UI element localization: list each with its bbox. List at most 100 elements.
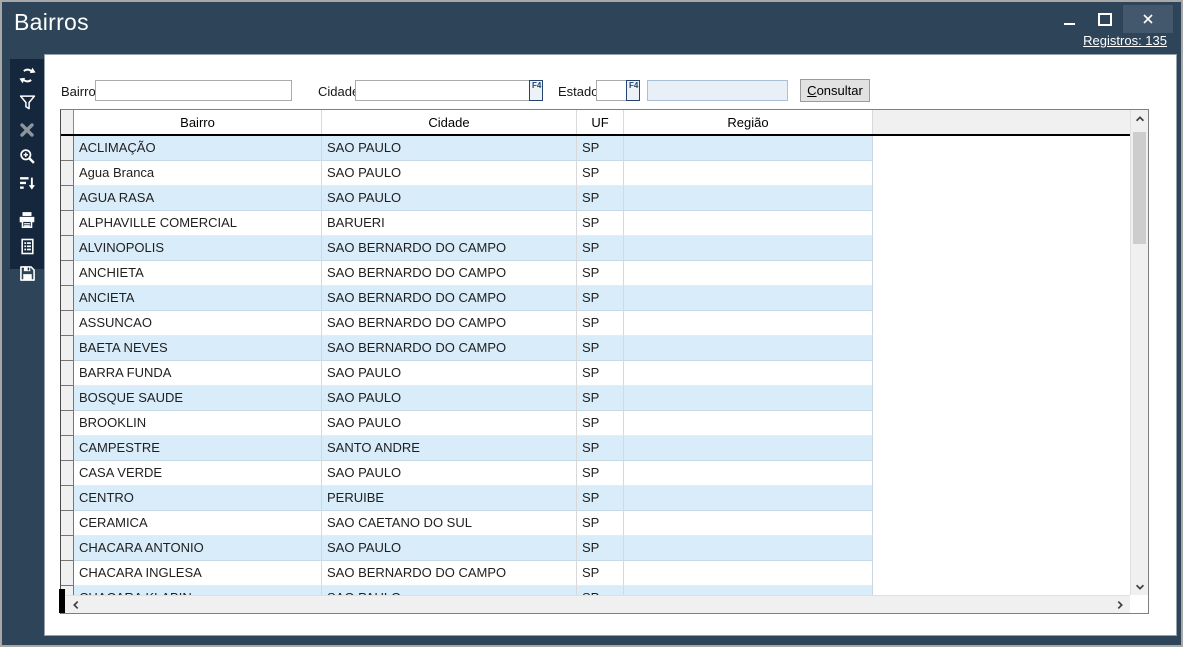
cell-bairro[interactable]: CENTRO: [74, 486, 322, 511]
table-row[interactable]: BAETA NEVES SAO BERNARDO DO CAMPO SP: [61, 336, 873, 361]
cell-cidade[interactable]: SAO PAULO: [322, 161, 577, 186]
row-selector[interactable]: [61, 286, 74, 311]
cell-cidade[interactable]: SANTO ANDRE: [322, 436, 577, 461]
cell-cidade[interactable]: SAO PAULO: [322, 186, 577, 211]
cell-regiao[interactable]: [624, 211, 873, 236]
clear-filter-button[interactable]: [14, 116, 40, 143]
cell-bairro[interactable]: ALVINOPOLIS: [74, 236, 322, 261]
cell-regiao[interactable]: [624, 511, 873, 536]
sort-button[interactable]: [14, 170, 40, 197]
cell-bairro[interactable]: AGUA RASA: [74, 186, 322, 211]
cell-regiao[interactable]: [624, 236, 873, 261]
cell-cidade[interactable]: SAO PAULO: [322, 136, 577, 161]
row-selector[interactable]: [61, 361, 74, 386]
cell-uf[interactable]: SP: [577, 236, 624, 261]
row-selector[interactable]: [61, 536, 74, 561]
cell-cidade[interactable]: SAO BERNARDO DO CAMPO: [322, 336, 577, 361]
cell-bairro[interactable]: CHACARA ANTONIO: [74, 536, 322, 561]
cell-cidade[interactable]: PERUIBE: [322, 486, 577, 511]
table-row[interactable]: CHACARA INGLESA SAO BERNARDO DO CAMPO SP: [61, 561, 873, 586]
cell-bairro[interactable]: ACLIMAÇÃO: [74, 136, 322, 161]
cell-uf[interactable]: SP: [577, 261, 624, 286]
cidade-input[interactable]: [355, 80, 529, 101]
row-selector[interactable]: [61, 236, 74, 261]
column-header-regiao[interactable]: Região: [624, 110, 873, 134]
column-header-uf[interactable]: UF: [577, 110, 624, 134]
cell-bairro[interactable]: ANCHIETA: [74, 261, 322, 286]
table-row[interactable]: CAMPESTRE SANTO ANDRE SP: [61, 436, 873, 461]
cell-uf[interactable]: SP: [577, 336, 624, 361]
table-row[interactable]: ANCIETA SAO BERNARDO DO CAMPO SP: [61, 286, 873, 311]
close-button[interactable]: [1123, 5, 1173, 33]
maximize-button[interactable]: [1087, 5, 1123, 33]
row-selector[interactable]: [61, 386, 74, 411]
cell-regiao[interactable]: [624, 311, 873, 336]
table-row[interactable]: BARRA FUNDA SAO PAULO SP: [61, 361, 873, 386]
row-selector[interactable]: [61, 411, 74, 436]
cell-cidade[interactable]: SAO BERNARDO DO CAMPO: [322, 561, 577, 586]
print-button[interactable]: [14, 206, 40, 233]
cell-regiao[interactable]: [624, 186, 873, 211]
refresh-button[interactable]: [14, 62, 40, 89]
cell-cidade[interactable]: SAO PAULO: [322, 386, 577, 411]
row-selector[interactable]: [61, 261, 74, 286]
cell-uf[interactable]: SP: [577, 136, 624, 161]
cidade-f4-button[interactable]: F4: [529, 80, 543, 101]
cell-regiao[interactable]: [624, 586, 873, 595]
scroll-left-button[interactable]: [68, 596, 84, 613]
table-row[interactable]: ALPHAVILLE COMERCIAL BARUERI SP: [61, 211, 873, 236]
cell-bairro[interactable]: BAETA NEVES: [74, 336, 322, 361]
row-selector[interactable]: [61, 311, 74, 336]
cell-cidade[interactable]: SAO PAULO: [322, 586, 577, 595]
cell-uf[interactable]: SP: [577, 436, 624, 461]
horizontal-scrollbar[interactable]: [61, 595, 1130, 613]
cell-uf[interactable]: SP: [577, 411, 624, 436]
cell-cidade[interactable]: SAO BERNARDO DO CAMPO: [322, 261, 577, 286]
minimize-button[interactable]: [1051, 5, 1087, 33]
table-row[interactable]: ANCHIETA SAO BERNARDO DO CAMPO SP: [61, 261, 873, 286]
cell-bairro[interactable]: CASA VERDE: [74, 461, 322, 486]
cell-bairro[interactable]: CHACARA KLABIN: [74, 586, 322, 595]
cell-regiao[interactable]: [624, 536, 873, 561]
cell-cidade[interactable]: SAO PAULO: [322, 361, 577, 386]
cell-bairro[interactable]: CAMPESTRE: [74, 436, 322, 461]
cell-uf[interactable]: SP: [577, 386, 624, 411]
cell-uf[interactable]: SP: [577, 536, 624, 561]
column-header-bairro[interactable]: Bairro: [74, 110, 322, 134]
table-row[interactable]: CASA VERDE SAO PAULO SP: [61, 461, 873, 486]
row-selector[interactable]: [61, 186, 74, 211]
estado-f4-button[interactable]: F4: [626, 80, 640, 101]
cell-regiao[interactable]: [624, 336, 873, 361]
cell-regiao[interactable]: [624, 261, 873, 286]
bairro-input[interactable]: [95, 80, 292, 101]
row-selector[interactable]: [61, 211, 74, 236]
cell-cidade[interactable]: SAO PAULO: [322, 536, 577, 561]
save-button[interactable]: [14, 260, 40, 287]
scroll-down-button[interactable]: [1131, 578, 1148, 595]
cell-cidade[interactable]: SAO CAETANO DO SUL: [322, 511, 577, 536]
column-header-cidade[interactable]: Cidade: [322, 110, 577, 134]
cell-uf[interactable]: SP: [577, 586, 624, 595]
cell-uf[interactable]: SP: [577, 461, 624, 486]
cell-bairro[interactable]: BARRA FUNDA: [74, 361, 322, 386]
row-selector[interactable]: [61, 336, 74, 361]
cell-regiao[interactable]: [624, 486, 873, 511]
cell-regiao[interactable]: [624, 411, 873, 436]
consultar-button[interactable]: Consultar: [800, 79, 870, 102]
cell-regiao[interactable]: [624, 161, 873, 186]
horizontal-scroll-thumb[interactable]: [59, 589, 65, 613]
cell-cidade[interactable]: SAO BERNARDO DO CAMPO: [322, 311, 577, 336]
cell-bairro[interactable]: ANCIETA: [74, 286, 322, 311]
cell-uf[interactable]: SP: [577, 486, 624, 511]
cell-regiao[interactable]: [624, 136, 873, 161]
cell-cidade[interactable]: SAO BERNARDO DO CAMPO: [322, 286, 577, 311]
cell-regiao[interactable]: [624, 386, 873, 411]
registros-link[interactable]: Registros: 135: [1083, 33, 1167, 48]
cell-regiao[interactable]: [624, 461, 873, 486]
cell-bairro[interactable]: ALPHAVILLE COMERCIAL: [74, 211, 322, 236]
cell-uf[interactable]: SP: [577, 361, 624, 386]
cell-bairro[interactable]: CHACARA INGLESA: [74, 561, 322, 586]
table-row[interactable]: CENTRO PERUIBE SP: [61, 486, 873, 511]
cell-bairro[interactable]: BROOKLIN: [74, 411, 322, 436]
cell-regiao[interactable]: [624, 286, 873, 311]
